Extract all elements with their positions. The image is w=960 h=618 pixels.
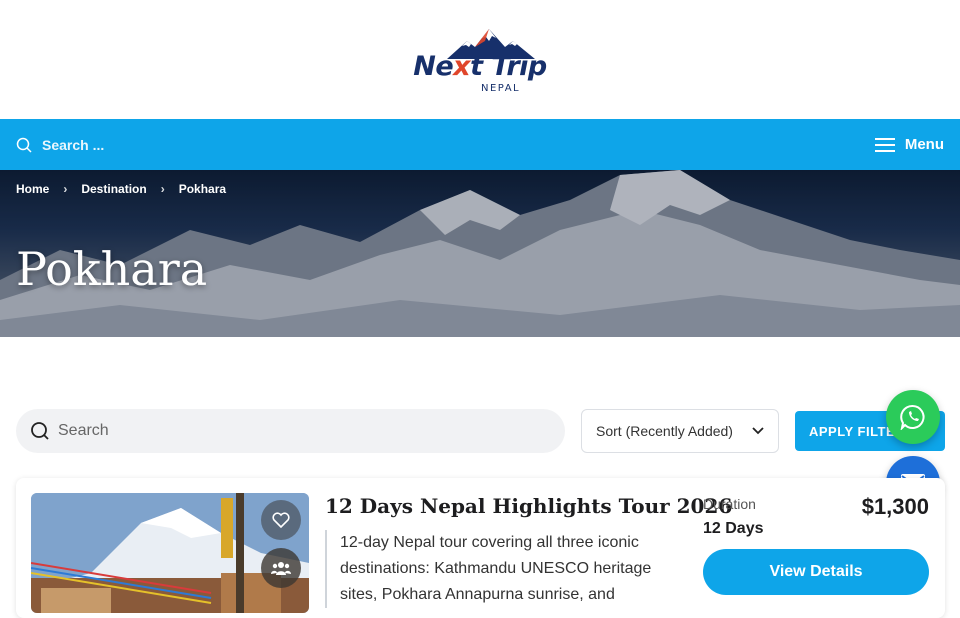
wishlist-button[interactable] — [261, 500, 301, 540]
tour-search-box[interactable] — [16, 409, 565, 453]
logo-subtitle: NEPAL — [481, 82, 521, 94]
site-header: Next Trip NEPAL — [0, 0, 960, 119]
tour-title[interactable]: 12 Days Nepal Highlights Tour 2026 — [325, 494, 732, 518]
breadcrumb: Home › Destination › Pokhara — [16, 182, 226, 196]
view-details-button[interactable]: View Details — [703, 549, 929, 595]
sort-selected-value: Sort (Recently Added) — [596, 423, 733, 439]
site-logo[interactable]: Next Trip NEPAL — [405, 27, 555, 99]
tour-search-input[interactable] — [58, 422, 538, 440]
nav-bar: Search ... Menu — [0, 119, 960, 170]
whatsapp-icon — [900, 404, 925, 430]
tour-price: $1,300 — [861, 494, 929, 519]
group-icon — [271, 562, 291, 575]
tour-image[interactable] — [31, 493, 309, 613]
search-icon — [16, 137, 32, 153]
nav-search-trigger[interactable]: Search ... — [16, 137, 104, 153]
nav-search-label: Search ... — [42, 136, 105, 153]
search-icon — [31, 422, 49, 440]
duration-label: Duration — [703, 496, 756, 512]
breadcrumb-home[interactable]: Home — [16, 182, 49, 196]
chevron-right-icon: › — [63, 182, 68, 196]
hamburger-icon — [874, 137, 895, 152]
duration-value: 12 Days — [703, 520, 764, 537]
whatsapp-button[interactable] — [886, 390, 940, 444]
breadcrumb-current: Pokhara — [178, 182, 227, 196]
menu-button[interactable]: Menu — [874, 136, 944, 153]
page-title: Pokhara — [16, 242, 208, 296]
menu-label: Menu — [904, 136, 944, 153]
chevron-down-icon — [752, 427, 764, 435]
tour-card: 12 Days Nepal Highlights Tour 2026 12-da… — [16, 478, 945, 618]
chevron-right-icon: › — [160, 182, 165, 196]
hero-banner: Home › Destination › Pokhara Pokhara — [0, 170, 960, 337]
tour-description: 12-day Nepal tour covering all three ico… — [325, 530, 670, 608]
group-tour-badge — [261, 548, 301, 588]
sort-select[interactable]: Sort (Recently Added) — [581, 409, 779, 453]
logo-wordmark: Next Trip — [413, 50, 547, 82]
breadcrumb-destination[interactable]: Destination — [81, 182, 146, 196]
filter-row: Sort (Recently Added) APPLY FILTERS — [0, 409, 960, 453]
heart-icon — [272, 512, 290, 528]
